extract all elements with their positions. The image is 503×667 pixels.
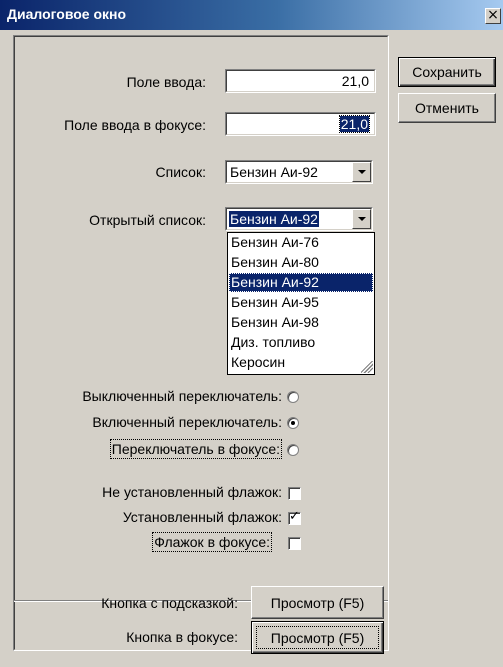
radio-off-label: Выключенный переключатель: [82, 388, 282, 404]
combo-label: Список: [155, 164, 206, 180]
checkbox-focused-label: Флажок в фокусе: [152, 532, 272, 552]
radio-on-label: Включенный переключатель: [92, 414, 282, 430]
list-item[interactable]: Бензин Аи-80 [229, 253, 373, 272]
radio-dot-icon [291, 421, 295, 425]
checkbox-focused[interactable] [288, 537, 301, 550]
preview-focused-button[interactable]: Просмотр (F5) [251, 621, 384, 654]
preview-focused-button-label: Просмотр (F5) [270, 629, 365, 646]
checkbox-on[interactable]: ✓ [288, 509, 301, 525]
checkbox-off[interactable] [288, 487, 301, 500]
list-item[interactable]: Бензин Аи-76 [229, 233, 373, 252]
input-focused-label: Поле ввода в фокусе: [64, 117, 206, 133]
radio-focused-label: Переключатель в фокусе: [109, 439, 283, 459]
radio-on[interactable] [287, 417, 299, 429]
preview-hint-button-label: Просмотр (F5) [270, 594, 365, 611]
combo-dropdown-button[interactable] [352, 162, 371, 182]
list-item[interactable]: Керосин [229, 353, 373, 372]
dialog-window: Диалоговое окно × Сохранить Отменить Пол… [0, 0, 503, 667]
save-button[interactable]: Сохранить [398, 57, 496, 87]
combo-open-dropdown-button[interactable] [352, 209, 371, 229]
cancel-button[interactable]: Отменить [398, 93, 496, 123]
checkbox-off-label: Не установленный флажок: [102, 484, 282, 500]
checkmark-icon: ✓ [289, 509, 300, 524]
hint-button-label: Кнопка с подсказкой: [101, 595, 238, 611]
combo-open-label: Открытый список: [89, 212, 206, 228]
fuel-combo-open-value: Бензин Аи-92 [228, 210, 320, 228]
input-label: Поле ввода: [126, 74, 206, 90]
fuel-combo-value: Бензин Аи-92 [230, 164, 318, 180]
fuel-combo-open[interactable]: Бензин Аи-92 [225, 207, 373, 231]
close-icon[interactable]: × [485, 8, 501, 24]
title-bar[interactable]: Диалоговое окно × [0, 0, 503, 30]
radio-off[interactable] [287, 391, 299, 403]
cancel-button-label: Отменить [415, 100, 479, 116]
list-item[interactable]: Диз. топливо [229, 333, 373, 352]
list-item-selected[interactable]: Бензин Аи-92 [229, 273, 373, 292]
save-button-label: Сохранить [412, 64, 482, 80]
fuel-combo[interactable]: Бензин Аи-92 [225, 160, 373, 184]
dropdown-list: Бензин Аи-76 Бензин Аи-80 Бензин Аи-92 Б… [227, 232, 375, 375]
resize-grip-icon[interactable] [361, 361, 373, 373]
number-input-value: 21,0 [341, 73, 369, 89]
window-title: Диалоговое окно [7, 6, 127, 22]
list-item[interactable]: Бензин Аи-98 [229, 313, 373, 332]
number-input-focused-value: 21,0 [338, 115, 371, 133]
chevron-down-icon [358, 217, 366, 221]
focus-button-label: Кнопка в фокусе: [126, 629, 238, 645]
number-input[interactable]: 21,0 [225, 69, 376, 93]
radio-focused[interactable] [287, 444, 299, 456]
preview-hint-button[interactable]: Просмотр (F5) [251, 586, 384, 619]
list-item[interactable]: Бензин Аи-95 [229, 293, 373, 312]
chevron-down-icon [358, 170, 366, 174]
number-input-focused[interactable]: 21,0 [225, 112, 376, 136]
checkbox-on-label: Установленный флажок: [122, 509, 282, 525]
